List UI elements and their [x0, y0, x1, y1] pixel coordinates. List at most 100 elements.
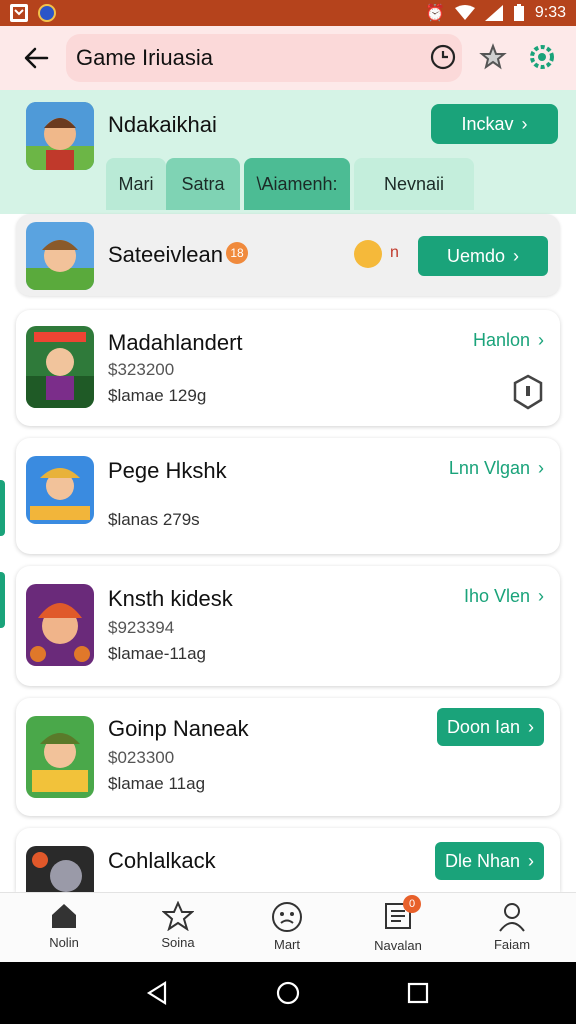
- game-notification-icon: [38, 4, 56, 22]
- coin-count: n: [390, 244, 399, 261]
- game-list-item[interactable]: Goinp Naneak $023300 $lamae 11ag Doon Ia…: [16, 698, 560, 816]
- game-action-label: Lnn Vlgan: [448, 458, 530, 478]
- game-thumbnail: [26, 584, 94, 666]
- side-scroll-marker: [0, 480, 5, 536]
- game-thumbnail: [26, 326, 94, 408]
- game-title: Pege Hkshk: [108, 458, 227, 483]
- highlighted-action-label: Uemdo: [446, 245, 506, 266]
- square-recents-icon: [407, 982, 429, 1004]
- game-price: $323200: [108, 360, 175, 379]
- game-action-label: Dle Nhan: [444, 850, 520, 871]
- status-bar: ⏰ 9:33: [0, 0, 576, 26]
- game-action-button[interactable]: Doon Ian ›: [436, 708, 544, 746]
- chevron-right-icon: ›: [538, 458, 544, 478]
- gear-icon: [530, 45, 554, 69]
- coin-icon: [354, 240, 382, 268]
- star-icon: [162, 901, 194, 931]
- back-arrow-icon: [24, 47, 49, 69]
- tab-label: Nevnaii: [383, 173, 445, 194]
- chevron-right-icon: ›: [528, 850, 534, 871]
- system-recents-button[interactable]: [403, 978, 433, 1008]
- chevron-right-icon: ›: [538, 330, 544, 350]
- tab-nevnaii[interactable]: Nevnaii: [354, 158, 474, 210]
- game-price: $023300: [108, 748, 175, 767]
- settings-button[interactable]: [525, 40, 559, 74]
- tab-label: Mari: [118, 173, 154, 194]
- search-query-text: Game Iriuasia: [76, 45, 213, 70]
- nav-home[interactable]: Nolin: [24, 901, 104, 950]
- chevron-right-icon: ›: [528, 716, 534, 737]
- face-icon: [272, 902, 302, 932]
- clock-icon: [430, 44, 456, 70]
- game-title: Knsth kidesk: [108, 586, 233, 611]
- chevron-right-icon: ›: [513, 245, 520, 266]
- game-list-item[interactable]: Knsth kidesk $923394 $lamae-11ag Iho Vle…: [16, 566, 560, 686]
- nav-label: Soina: [161, 935, 195, 950]
- search-input[interactable]: Game Iriuasia: [66, 34, 462, 82]
- game-title: Sateeivlean: [108, 242, 223, 267]
- app-notification-icon: [10, 4, 28, 22]
- nav-faiam[interactable]: Faiam: [472, 901, 552, 952]
- signal-icon: [484, 5, 503, 21]
- game-action-label: Doon Ian: [446, 716, 520, 737]
- shield-icon[interactable]: [512, 374, 544, 415]
- top-app-bar: Game Iriuasia: [0, 26, 576, 90]
- system-back-button[interactable]: [142, 978, 172, 1008]
- game-action-link[interactable]: Iho Vlen ›: [464, 586, 544, 607]
- chevron-right-icon: ›: [538, 586, 544, 606]
- game-action-link[interactable]: Hanlon ›: [473, 330, 544, 351]
- side-scroll-marker: [0, 572, 5, 628]
- bottom-navigation: Nolin Soina Mart 0 Navalan Faiam: [0, 892, 576, 962]
- wifi-icon: [454, 5, 475, 20]
- nav-soina[interactable]: Soina: [138, 901, 218, 950]
- star-outline-icon: [479, 43, 507, 70]
- age-badge: 18: [226, 242, 248, 264]
- circle-home-icon: [276, 981, 300, 1005]
- nav-label: Faiam: [493, 937, 531, 952]
- game-title: Madahlandert: [108, 330, 243, 355]
- nav-navalan[interactable]: 0 Navalan: [358, 895, 438, 953]
- game-list-item[interactable]: Pege Hkshk $lanas 279s Lnn Vlgan ›: [16, 438, 560, 554]
- featured-game-thumbnail[interactable]: [26, 102, 94, 170]
- tab-aiamenh[interactable]: \Aiamenh:: [244, 158, 350, 210]
- tab-satra[interactable]: Satra: [166, 158, 240, 210]
- game-thumbnail: [26, 846, 94, 892]
- nav-label: Mart: [274, 937, 300, 952]
- game-title: Goinp Naneak: [108, 716, 249, 741]
- history-button[interactable]: [426, 40, 460, 74]
- highlighted-game-row[interactable]: Sateeivlean 18 n Uemdo ›: [16, 214, 560, 296]
- nav-label: Navalan: [374, 938, 422, 953]
- system-home-button[interactable]: [273, 978, 303, 1008]
- status-time: 9:33: [534, 4, 566, 21]
- game-detail: $lamae-11ag: [108, 644, 206, 663]
- game-list-item[interactable]: Cohlalkack Dle Nhan ›: [16, 828, 560, 892]
- featured-title: Ndakaikhai: [108, 112, 217, 137]
- game-detail: $lamae 129g: [108, 386, 207, 405]
- profile-icon: [499, 903, 525, 932]
- nav-mart[interactable]: Mart: [247, 901, 327, 952]
- game-thumbnail: [26, 716, 94, 798]
- game-action-label: Iho Vlen: [463, 586, 530, 606]
- featured-action-button[interactable]: Inckav ›: [431, 104, 558, 144]
- system-navigation-bar: [0, 962, 576, 1024]
- game-thumbnail: [26, 456, 94, 524]
- nav-label: Nolin: [49, 935, 79, 950]
- tab-label: \Aiamenh:: [256, 173, 338, 194]
- battery-icon: [513, 4, 524, 21]
- game-detail: $lanas 279s: [108, 510, 200, 529]
- tab-mari[interactable]: Mari: [106, 158, 166, 210]
- game-action-label: Hanlon: [472, 330, 530, 350]
- alarm-icon: ⏰: [424, 5, 445, 22]
- featured-section: Ndakaikhai Inckav › Mari Satra \Aiamenh:…: [0, 90, 576, 214]
- game-list-item[interactable]: Madahlandert $323200 $lamae 129g Hanlon ›: [16, 310, 560, 426]
- highlighted-action-button[interactable]: Uemdo ›: [418, 236, 548, 276]
- chevron-right-icon: ›: [521, 113, 528, 134]
- game-action-button[interactable]: Dle Nhan ›: [434, 842, 544, 880]
- home-icon: [52, 904, 76, 928]
- tab-label: Satra: [181, 173, 225, 194]
- back-button[interactable]: [14, 36, 58, 80]
- game-action-link[interactable]: Lnn Vlgan ›: [449, 458, 544, 479]
- notification-badge: 0: [403, 895, 421, 913]
- featured-action-label: Inckav: [461, 113, 514, 134]
- favorite-button[interactable]: [476, 40, 510, 74]
